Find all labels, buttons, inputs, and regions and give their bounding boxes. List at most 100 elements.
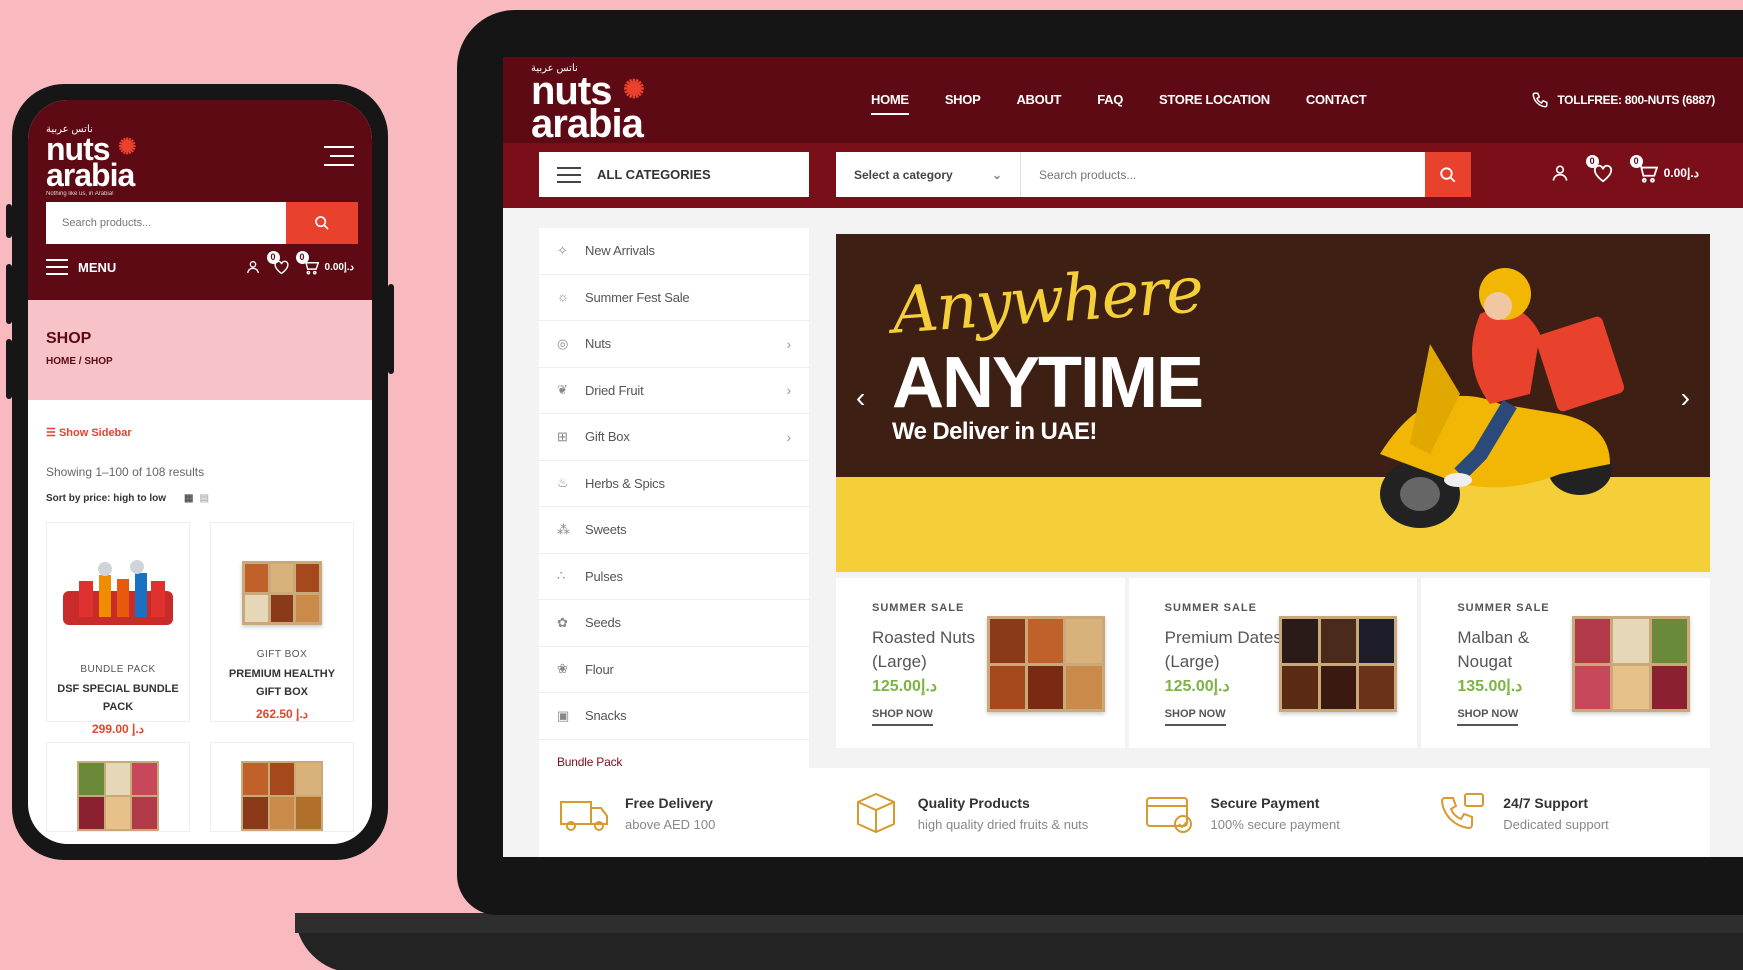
sidebar-item-sweets[interactable]: ⁂ Sweets: [539, 507, 809, 554]
mobile-cart-button[interactable]: 0 د.إ0.00: [295, 251, 354, 275]
feature-subtitle: Dedicated support: [1503, 816, 1609, 832]
menu-icon[interactable]: [46, 259, 68, 275]
hamburger-menu-icon[interactable]: [324, 146, 354, 166]
sidebar-item-nuts[interactable]: ◎ Nuts ›: [539, 321, 809, 368]
nav-home[interactable]: HOME: [871, 92, 909, 115]
product-card[interactable]: [46, 742, 190, 832]
feature-subtitle: 100% secure payment: [1210, 816, 1340, 832]
slider-next-icon[interactable]: ›: [1681, 382, 1690, 414]
breadcrumb[interactable]: HOME / SHOP: [46, 356, 354, 367]
account-button[interactable]: [1550, 163, 1570, 183]
promo-name: Malban & Nougat: [1457, 628, 1530, 671]
user-icon[interactable]: [245, 259, 261, 275]
product-card[interactable]: BUNDLE PACK DSF SPECIAL BUNDLE PACK د.إ …: [46, 522, 190, 736]
shop-now-link[interactable]: SHOP NOW: [872, 708, 933, 726]
search-button[interactable]: [1425, 152, 1471, 197]
snacks-icon: ▣: [557, 707, 570, 723]
shop-now-link[interactable]: SHOP NOW: [1164, 708, 1226, 726]
header-actions: 0 0 د.إ0.00: [1550, 155, 1699, 183]
sidebar-item-seeds[interactable]: ✿ Seeds: [539, 600, 809, 647]
sidebar-item-label: Summer Fest Sale: [585, 289, 690, 305]
sweets-icon: ⁂: [557, 521, 570, 537]
sidebar-item-dried-fruit[interactable]: ❦ Dried Fruit ›: [539, 368, 809, 414]
desktop-search: Select a category ⌄: [836, 152, 1471, 197]
wishlist-button[interactable]: 0: [1585, 155, 1614, 183]
slider-prev-icon[interactable]: ‹: [856, 382, 865, 414]
sidebar-item-pulses[interactable]: ∴ Pulses: [539, 554, 809, 600]
sidebar-item-summer-fest[interactable]: ☼ Summer Fest Sale: [539, 275, 809, 321]
chevron-right-icon: ›: [786, 382, 792, 399]
list-view-icon[interactable]: ▤: [199, 493, 208, 504]
search-icon: [1440, 166, 1456, 182]
shop-now-link[interactable]: SHOP NOW: [1457, 708, 1519, 726]
sidebar-item-snacks[interactable]: ▣ Snacks: [539, 693, 809, 740]
flour-icon: ❀: [557, 661, 568, 677]
mobile-header-actions: 0 0 د.إ0.00: [245, 251, 354, 275]
product-name[interactable]: DSF SPECIAL BUNDLE PACK: [47, 681, 189, 716]
promo-card[interactable]: SUMMER SALE Malban & Nougat 135.00د.إ SH…: [1421, 578, 1711, 748]
product-image: [63, 560, 173, 625]
mobile-screen: ناتس عربية nuts arabia ✺ Nothing like us…: [28, 100, 372, 844]
search-input[interactable]: [1021, 152, 1425, 197]
phone-side-button: [6, 204, 12, 238]
chevron-down-icon: ⌄: [991, 167, 1002, 182]
nav-about[interactable]: ABOUT: [1016, 92, 1061, 115]
cart-badge: 0: [295, 251, 309, 264]
product-card[interactable]: [210, 742, 354, 832]
mobile-search-button[interactable]: [286, 202, 358, 244]
product-name[interactable]: PREMIUM HEALTHY GIFT BOX: [211, 666, 353, 701]
sort-row: Sort by price: high to low ▦ ▤: [46, 493, 354, 504]
nav-shop[interactable]: SHOP: [945, 92, 981, 115]
logo-text-bottom: arabia: [46, 157, 135, 194]
wishlist-badge: 0: [1585, 155, 1599, 168]
promo-product-image: [1279, 616, 1398, 712]
promo-sale-label: SUMMER SALE: [1457, 602, 1550, 614]
feature-support: 24/7 Support Dedicated support: [1417, 790, 1710, 836]
sidebar-item-flour[interactable]: ❀ Flour: [539, 647, 809, 693]
cart-button[interactable]: 0 د.إ0.00: [1629, 155, 1699, 183]
mobile-wishlist-button[interactable]: 0: [266, 251, 290, 275]
promo-card[interactable]: SUMMER SALE Roasted Nuts (Large) 125.00د…: [836, 578, 1125, 748]
banner-headline: ANYTIME: [892, 343, 1204, 423]
desktop-logo[interactable]: ناتس عربية nuts arabia ✺ Nothing like us…: [531, 63, 645, 148]
show-sidebar-button[interactable]: ☰ Show Sidebar: [46, 426, 354, 439]
sidebar-item-label: Nuts: [585, 336, 611, 352]
chevron-right-icon: ›: [786, 428, 792, 445]
promo-name: Roasted Nuts (Large): [872, 628, 975, 671]
hero-banner[interactable]: Anywhere ANYTIME We Deliver in UAE! ‹ ›: [836, 234, 1710, 572]
category-select[interactable]: Select a category ⌄: [836, 152, 1021, 197]
mobile-search-input[interactable]: [46, 202, 286, 244]
promo-card[interactable]: SUMMER SALE Premium Dates (Large) 125.00…: [1128, 578, 1418, 748]
menu-label[interactable]: MENU: [78, 260, 116, 275]
phone-support-icon: [1441, 793, 1485, 830]
result-count: Showing 1–100 of 108 results: [46, 465, 205, 479]
sidebar-item-new-arrivals[interactable]: ✧ New Arrivals: [539, 228, 809, 275]
all-categories-label: ALL CATEGORIES: [597, 167, 711, 182]
sort-select[interactable]: Sort by price: high to low: [46, 493, 166, 504]
sidebar-item-herbs-spices[interactable]: ♨ Herbs & Spics: [539, 461, 809, 507]
tollfree-contact[interactable]: TOLLFREE: 800-NUTS (6887): [1531, 91, 1715, 109]
main-nav: HOME SHOP ABOUT FAQ STORE LOCATION CONTA…: [871, 92, 1402, 115]
product-image: [241, 761, 323, 831]
product-category: BUNDLE PACK: [80, 664, 156, 675]
promo-product-image: [986, 616, 1105, 712]
product-image: [77, 761, 159, 831]
delivery-scooter-illustration: [1380, 268, 1625, 528]
card-icon: [1145, 797, 1192, 833]
grid-view-icon[interactable]: ▦: [184, 493, 193, 504]
mobile-shop-body: ☰ Show Sidebar Showing 1–100 of 108 resu…: [28, 400, 372, 844]
all-categories-button[interactable]: ALL CATEGORIES: [539, 152, 809, 197]
nav-faq[interactable]: FAQ: [1097, 92, 1123, 115]
user-icon: [1552, 165, 1568, 181]
sidebar-item-gift-box[interactable]: ⊞ Gift Box ›: [539, 414, 809, 461]
page-title: SHOP: [46, 330, 92, 347]
product-card[interactable]: GIFT BOX PREMIUM HEALTHY GIFT BOX د.إ 26…: [210, 522, 354, 722]
gift-icon: ⊞: [557, 428, 568, 444]
promo-product-image: [1572, 616, 1691, 712]
nav-store-location[interactable]: STORE LOCATION: [1159, 92, 1270, 115]
sidebar-item-label: Gift Box: [585, 429, 630, 445]
logo-text-bottom: arabia: [531, 101, 644, 146]
mobile-logo[interactable]: ناتس عربية nuts arabia ✺ Nothing like us…: [46, 124, 136, 196]
nav-contact[interactable]: CONTACT: [1306, 92, 1367, 115]
feature-free-delivery: Free Delivery above AED 100: [539, 790, 832, 836]
